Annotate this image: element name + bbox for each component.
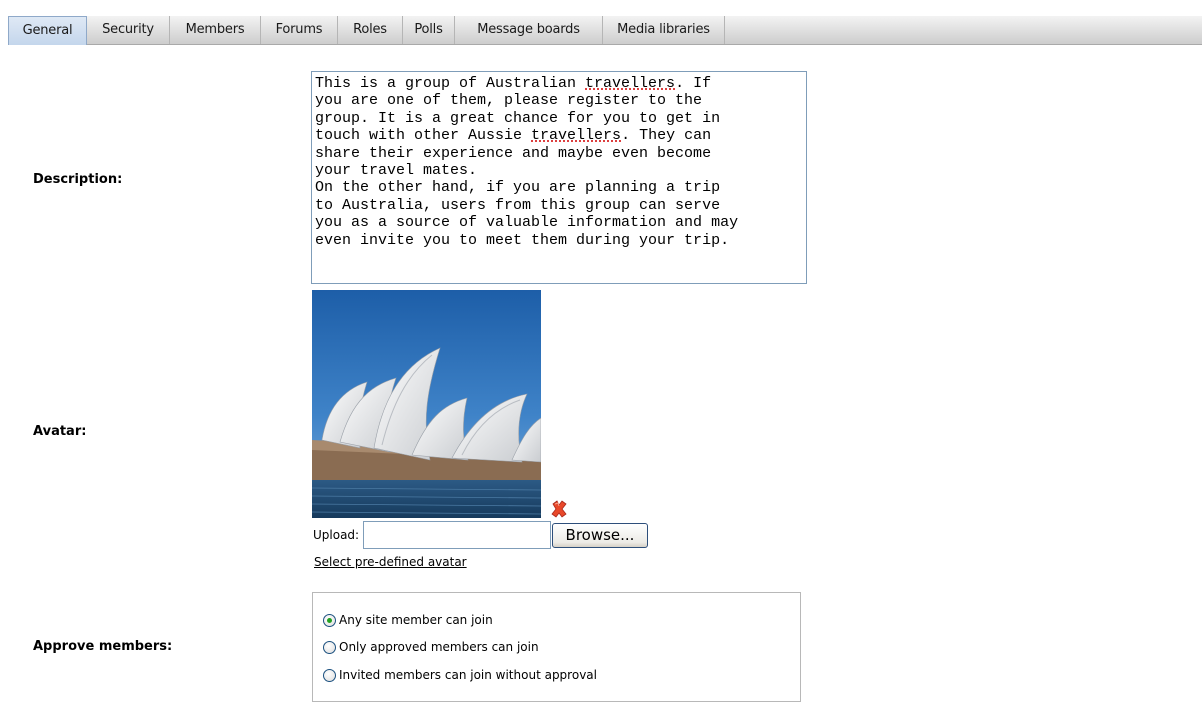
tab-bar: General Security Members Forums Roles Po… bbox=[8, 16, 1202, 45]
radio-option-approved-members[interactable]: Only approved members can join bbox=[323, 638, 539, 656]
radio-label: Invited members can join without approva… bbox=[339, 668, 597, 682]
delete-x-icon[interactable] bbox=[550, 500, 568, 518]
misspelled-word: travellers bbox=[531, 127, 622, 145]
description-textarea[interactable]: This is a group of Australian travellers… bbox=[311, 71, 807, 284]
tab-forums[interactable]: Forums bbox=[261, 16, 338, 44]
tab-general[interactable]: General bbox=[8, 16, 87, 45]
radio-button[interactable] bbox=[323, 613, 336, 627]
approve-members-options: Any site member can join Only approved m… bbox=[312, 592, 801, 702]
description-label: Description: bbox=[33, 172, 123, 187]
radio-button[interactable] bbox=[323, 668, 336, 682]
tab-media-libraries[interactable]: Media libraries bbox=[603, 16, 725, 44]
avatar-image bbox=[312, 290, 541, 518]
radio-option-any-member[interactable]: Any site member can join bbox=[323, 611, 493, 629]
tab-members[interactable]: Members bbox=[170, 16, 261, 44]
radio-label: Any site member can join bbox=[339, 613, 493, 627]
approve-members-label: Approve members: bbox=[33, 639, 173, 654]
avatar-label: Avatar: bbox=[33, 424, 87, 439]
upload-label: Upload: bbox=[313, 528, 360, 542]
tab-message-boards[interactable]: Message boards bbox=[455, 16, 603, 44]
radio-option-invited-members[interactable]: Invited members can join without approva… bbox=[323, 666, 597, 684]
select-predefined-avatar-link[interactable]: Select pre-defined avatar bbox=[314, 555, 467, 569]
tab-security[interactable]: Security bbox=[87, 16, 170, 44]
tab-roles[interactable]: Roles bbox=[338, 16, 403, 44]
misspelled-word: travellers bbox=[585, 75, 676, 92]
upload-file-input[interactable] bbox=[363, 521, 551, 549]
radio-label: Only approved members can join bbox=[339, 640, 539, 654]
radio-button[interactable] bbox=[323, 640, 336, 654]
browse-button[interactable]: Browse... bbox=[552, 523, 648, 548]
tab-polls[interactable]: Polls bbox=[403, 16, 455, 44]
